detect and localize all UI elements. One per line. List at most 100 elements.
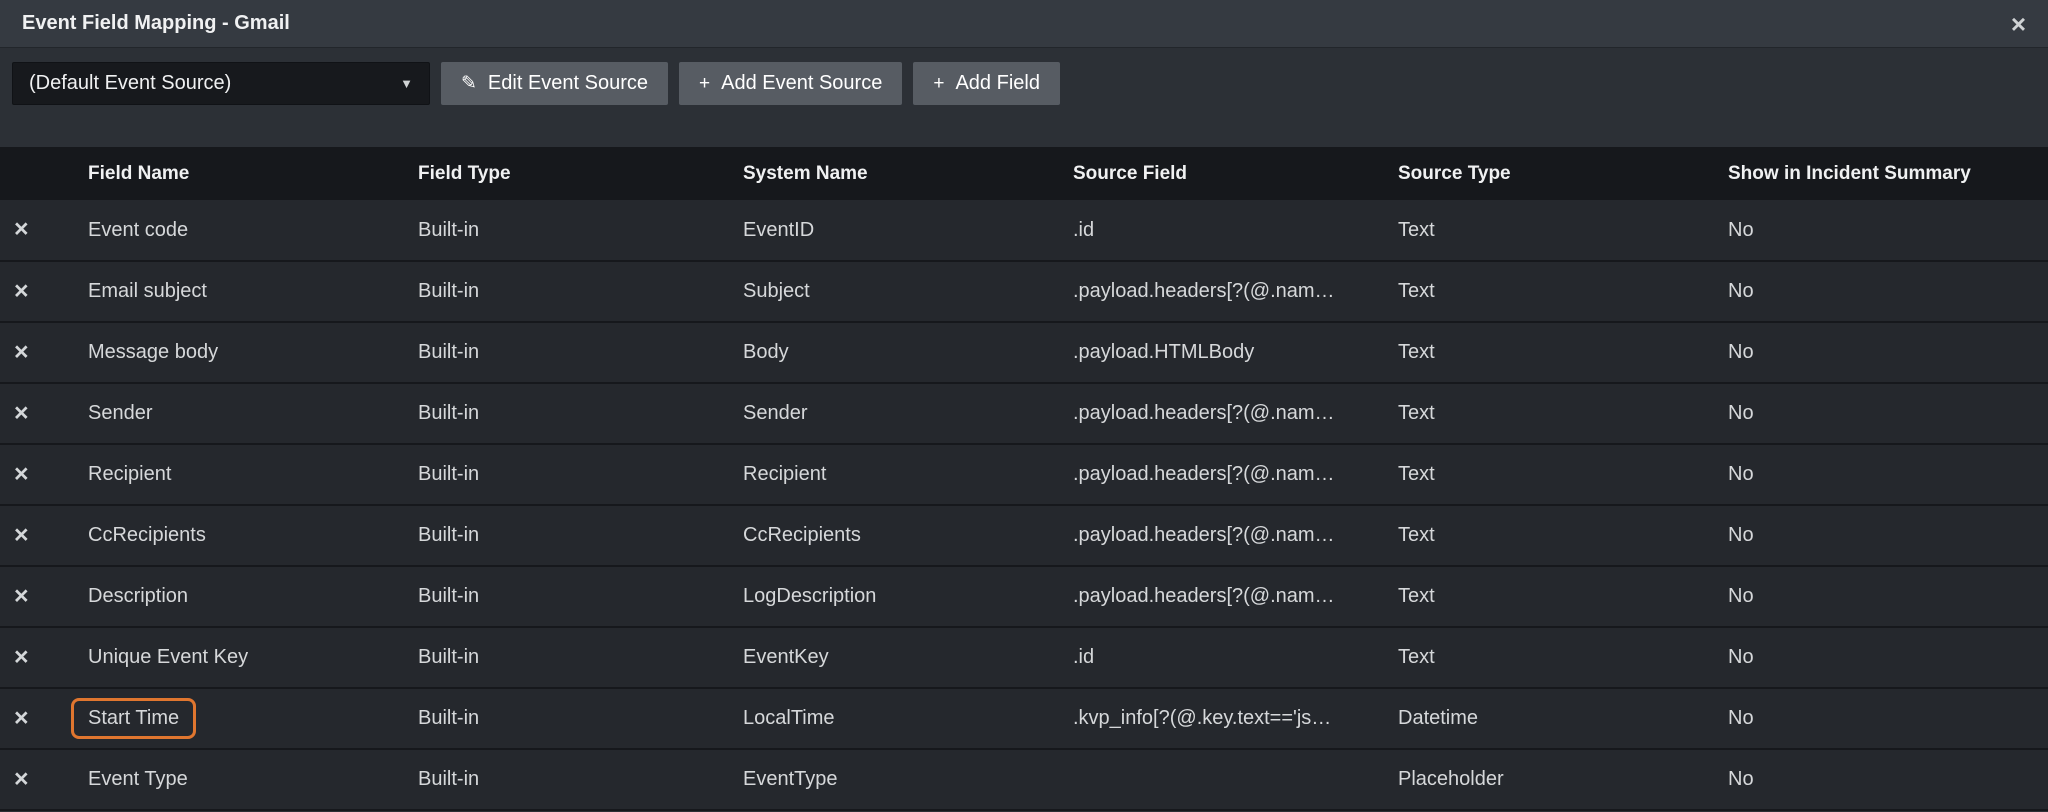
source-type-cell: Text — [1372, 383, 1702, 444]
field-name-cell: Recipient — [62, 444, 392, 505]
table-row: × Email subject Built-in Subject .payloa… — [0, 261, 2048, 322]
column-header-source-field: Source Field — [1047, 147, 1372, 200]
table-row: × Event Type Built-in EventType Placehol… — [0, 749, 2048, 810]
event-field-mapping-window: Event Field Mapping - Gmail × (Default E… — [0, 0, 2048, 811]
source-type-cell: Placeholder — [1372, 749, 1702, 810]
field-type-cell: Built-in — [392, 749, 717, 810]
system-name-cell: LocalTime — [717, 688, 1047, 749]
field-type-cell: Built-in — [392, 444, 717, 505]
edit-event-source-label: Edit Event Source — [488, 72, 648, 95]
page-title: Event Field Mapping - Gmail — [22, 12, 290, 35]
table-header-row: Field Name Field Type System Name Source… — [0, 147, 2048, 200]
field-name-text[interactable]: Description — [88, 585, 188, 608]
source-type-cell: Datetime — [1372, 688, 1702, 749]
source-field-cell: .payload.headers[?(@.nam… — [1047, 383, 1372, 444]
pencil-icon: ✎ — [461, 74, 477, 93]
field-name-text[interactable]: Recipient — [88, 463, 171, 486]
source-type-cell: Text — [1372, 566, 1702, 627]
system-name-cell: EventType — [717, 749, 1047, 810]
source-field-cell: .payload.HTMLBody — [1047, 322, 1372, 383]
source-type-cell: Text — [1372, 200, 1702, 261]
field-type-cell: Built-in — [392, 322, 717, 383]
delete-cell: × — [0, 505, 62, 566]
plus-icon: + — [933, 74, 944, 93]
delete-row-icon[interactable]: × — [14, 765, 29, 793]
source-field-cell: .payload.headers[?(@.nam… — [1047, 505, 1372, 566]
field-name-cell: Start Time — [62, 688, 392, 749]
delete-row-icon[interactable]: × — [14, 582, 29, 610]
source-type-cell: Text — [1372, 627, 1702, 688]
delete-row-icon[interactable]: × — [14, 277, 29, 305]
system-name-cell: Recipient — [717, 444, 1047, 505]
delete-row-icon[interactable]: × — [14, 643, 29, 671]
field-type-cell: Built-in — [392, 505, 717, 566]
delete-row-icon[interactable]: × — [14, 460, 29, 488]
event-source-dropdown[interactable]: (Default Event Source) ▼ — [12, 62, 430, 105]
show-in-incident-summary-cell: No — [1702, 444, 2048, 505]
system-name-cell: CcRecipients — [717, 505, 1047, 566]
field-name-text[interactable]: Email subject — [88, 280, 207, 303]
delete-cell: × — [0, 627, 62, 688]
table-row: × Sender Built-in Sender .payload.header… — [0, 383, 2048, 444]
column-header-delete — [0, 147, 62, 200]
column-header-show-in-incident-summary: Show in Incident Summary — [1702, 147, 2048, 200]
source-field-cell: .payload.headers[?(@.nam… — [1047, 566, 1372, 627]
add-field-button[interactable]: + Add Field — [913, 62, 1060, 105]
show-in-incident-summary-cell: No — [1702, 200, 2048, 261]
show-in-incident-summary-cell: No — [1702, 322, 2048, 383]
show-in-incident-summary-cell: No — [1702, 627, 2048, 688]
system-name-cell: EventID — [717, 200, 1047, 261]
field-name-text[interactable]: Event code — [88, 219, 188, 242]
close-icon[interactable]: × — [2011, 11, 2026, 37]
delete-row-icon[interactable]: × — [14, 399, 29, 427]
show-in-incident-summary-cell: No — [1702, 261, 2048, 322]
titlebar: Event Field Mapping - Gmail × — [0, 0, 2048, 48]
field-mapping-table: Field Name Field Type System Name Source… — [0, 147, 2048, 811]
field-name-cell: Sender — [62, 383, 392, 444]
field-type-cell: Built-in — [392, 688, 717, 749]
field-name-cell: Description — [62, 566, 392, 627]
source-field-cell: .payload.headers[?(@.nam… — [1047, 444, 1372, 505]
delete-cell: × — [0, 749, 62, 810]
column-header-field-type: Field Type — [392, 147, 717, 200]
add-field-label: Add Field — [955, 72, 1040, 95]
column-header-field-name: Field Name — [62, 147, 392, 200]
field-name-cell: Event code — [62, 200, 392, 261]
field-type-cell: Built-in — [392, 566, 717, 627]
field-name-text[interactable]: Message body — [88, 341, 218, 364]
source-type-cell: Text — [1372, 444, 1702, 505]
event-source-dropdown-value: (Default Event Source) — [29, 72, 231, 95]
system-name-cell: Sender — [717, 383, 1047, 444]
column-header-system-name: System Name — [717, 147, 1047, 200]
delete-row-icon[interactable]: × — [14, 521, 29, 549]
delete-row-icon[interactable]: × — [14, 215, 29, 243]
plus-icon: + — [699, 74, 710, 93]
source-field-cell — [1047, 749, 1372, 810]
delete-cell: × — [0, 383, 62, 444]
source-field-cell: .payload.headers[?(@.nam… — [1047, 261, 1372, 322]
field-name-text[interactable]: Event Type — [88, 768, 188, 791]
field-name-cell: Unique Event Key — [62, 627, 392, 688]
source-field-cell: .kvp_info[?(@.key.text=='js… — [1047, 688, 1372, 749]
delete-row-icon[interactable]: × — [14, 704, 29, 732]
delete-cell: × — [0, 261, 62, 322]
edit-event-source-button[interactable]: ✎ Edit Event Source — [441, 62, 668, 105]
show-in-incident-summary-cell: No — [1702, 383, 2048, 444]
show-in-incident-summary-cell: No — [1702, 749, 2048, 810]
add-event-source-button[interactable]: + Add Event Source — [679, 62, 902, 105]
delete-row-icon[interactable]: × — [14, 338, 29, 366]
table-row: × Recipient Built-in Recipient .payload.… — [0, 444, 2048, 505]
source-type-cell: Text — [1372, 505, 1702, 566]
field-name-cell: CcRecipients — [62, 505, 392, 566]
field-name-text[interactable]: CcRecipients — [88, 524, 206, 547]
show-in-incident-summary-cell: No — [1702, 688, 2048, 749]
field-name-cell: Message body — [62, 322, 392, 383]
chevron-down-icon: ▼ — [400, 76, 413, 91]
field-name-text[interactable]: Start Time — [71, 698, 196, 739]
table-row: × Description Built-in LogDescription .p… — [0, 566, 2048, 627]
field-name-text[interactable]: Sender — [88, 402, 153, 425]
delete-cell: × — [0, 444, 62, 505]
source-field-cell: .id — [1047, 627, 1372, 688]
show-in-incident-summary-cell: No — [1702, 505, 2048, 566]
field-name-text[interactable]: Unique Event Key — [88, 646, 248, 669]
